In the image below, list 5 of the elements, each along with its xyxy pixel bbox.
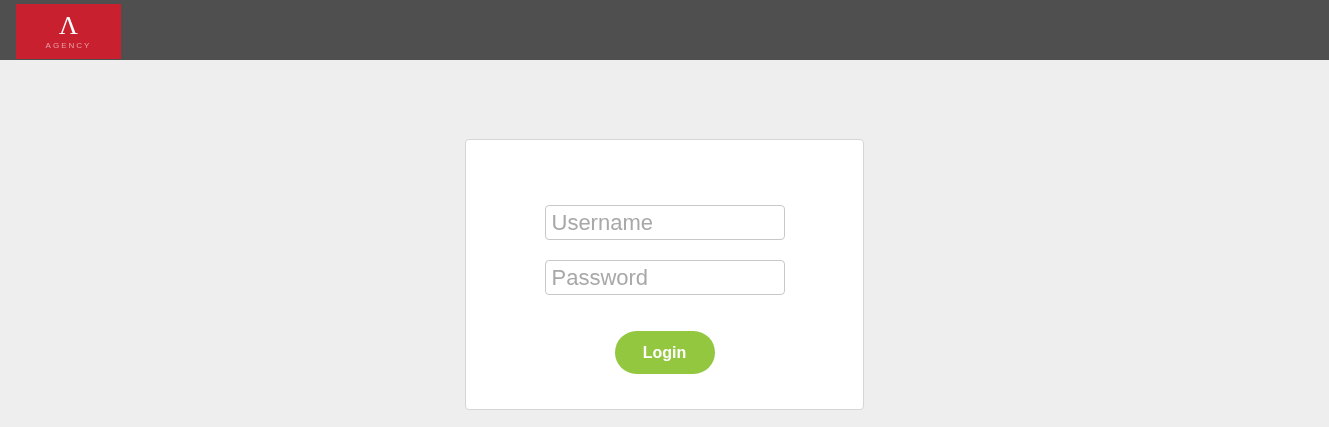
- password-field[interactable]: Password: [544, 260, 785, 295]
- logo-mark: Λ: [59, 13, 78, 39]
- logo[interactable]: Λ AGENCY: [16, 4, 121, 59]
- username-field[interactable]: Username: [544, 205, 785, 240]
- logo-text: AGENCY: [45, 41, 92, 50]
